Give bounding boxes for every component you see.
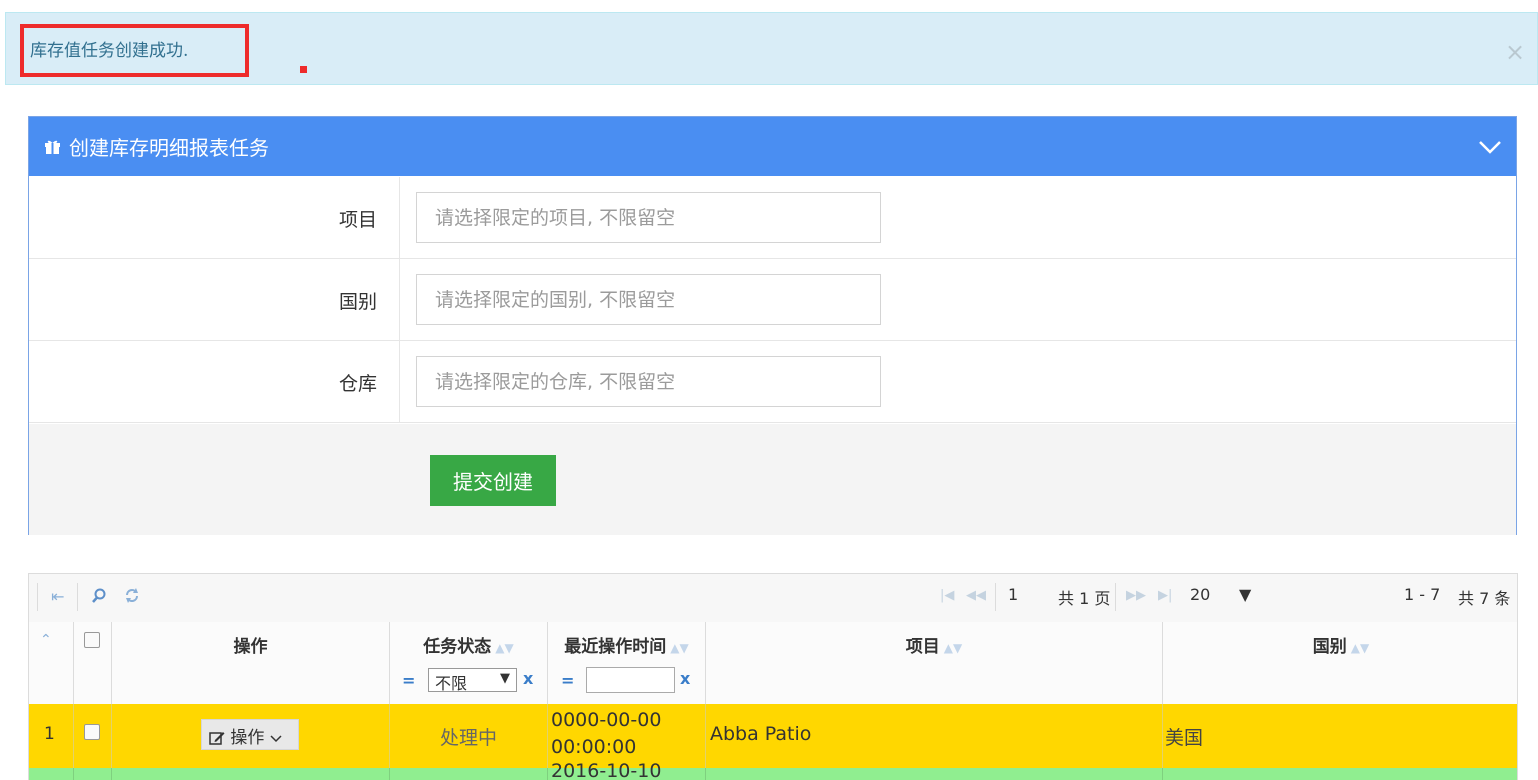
chevron-down-icon bbox=[270, 735, 282, 743]
edit-icon bbox=[209, 732, 225, 745]
table-row[interactable]: 2016-10-10 bbox=[29, 760, 1517, 780]
caret-down-icon: ▼ bbox=[500, 671, 510, 686]
collapse-up-icon[interactable]: ⌃ bbox=[40, 632, 52, 648]
submit-create-button[interactable]: 提交创建 bbox=[430, 455, 556, 506]
row-op-button[interactable]: 操作 bbox=[201, 719, 299, 750]
form-row-warehouse: 仓库 bbox=[29, 341, 1516, 423]
task-grid: ⇤ |◀ ◀◀ 1 共 1 页 ▶▶ ▶| 20 ▼ 1 - 7 共 7 条 ⌃… bbox=[28, 573, 1518, 780]
time-value: 2016-10-10 bbox=[551, 760, 662, 780]
header-rownum: ⌃ bbox=[29, 622, 74, 704]
header-time[interactable]: 最近操作时间 ▲▼ = x bbox=[548, 622, 706, 704]
column-header-status[interactable]: 任务状态 bbox=[423, 637, 491, 657]
country-value: 美国 bbox=[1165, 727, 1204, 749]
project-value: Abba Patio bbox=[710, 723, 812, 745]
page-number[interactable]: 1 bbox=[1008, 585, 1018, 604]
project-input[interactable] bbox=[416, 192, 881, 243]
field-label: 国别 bbox=[338, 291, 377, 313]
sort-icon[interactable]: ▲▼ bbox=[944, 641, 962, 655]
search-icon[interactable] bbox=[91, 588, 107, 604]
page-size-select[interactable]: 20 bbox=[1190, 585, 1210, 604]
page-size-caret-icon[interactable]: ▼ bbox=[1239, 585, 1251, 604]
gift-icon bbox=[45, 140, 60, 154]
total-pages: 共 1 页 bbox=[1058, 589, 1111, 608]
prev-page-icon[interactable]: ◀◀ bbox=[966, 588, 986, 603]
sort-icon[interactable]: ▲▼ bbox=[670, 641, 688, 655]
row-number: 1 bbox=[44, 724, 55, 744]
close-icon[interactable]: × bbox=[1505, 40, 1525, 64]
status-filter-value: 不限 bbox=[435, 674, 468, 693]
first-page-icon[interactable]: |◀ bbox=[940, 588, 954, 603]
field-label: 项目 bbox=[338, 209, 377, 231]
header-project[interactable]: 项目 ▲▼ bbox=[706, 622, 1163, 704]
refresh-icon[interactable] bbox=[124, 587, 140, 604]
select-all-checkbox[interactable] bbox=[84, 632, 100, 648]
sort-icon[interactable]: ▲▼ bbox=[495, 641, 513, 655]
form-row-project: 项目 bbox=[29, 177, 1516, 259]
status-filter-select[interactable]: 不限 ▼ bbox=[428, 668, 517, 693]
column-header-country[interactable]: 国别 bbox=[1313, 637, 1347, 657]
highlight-box bbox=[20, 24, 249, 77]
highlight-dot bbox=[300, 66, 307, 73]
table-row[interactable]: 1 操作 处理中 0000-00-00 00:00:00 Abba Patio … bbox=[29, 704, 1517, 768]
header-country[interactable]: 国别 ▲▼ bbox=[1163, 622, 1517, 704]
record-range: 1 - 7 bbox=[1404, 585, 1441, 604]
warehouse-input[interactable] bbox=[416, 356, 881, 407]
form-row-country: 国别 bbox=[29, 259, 1516, 341]
filter-operator: = bbox=[561, 671, 575, 690]
header-status[interactable]: 任务状态 ▲▼ = 不限 ▼ x bbox=[390, 622, 548, 704]
panel-title: 创建库存明细报表任务 bbox=[69, 136, 269, 160]
header-op: 操作 bbox=[112, 622, 390, 704]
time-value: 0000-00-00 00:00:00 bbox=[551, 709, 662, 758]
status-value: 处理中 bbox=[439, 727, 497, 749]
field-label: 仓库 bbox=[338, 373, 377, 395]
clear-filter-button[interactable]: x bbox=[680, 669, 690, 688]
column-header-project[interactable]: 项目 bbox=[906, 637, 940, 657]
grid-toolbar: ⇤ |◀ ◀◀ 1 共 1 页 ▶▶ ▶| 20 ▼ 1 - 7 共 7 条 bbox=[29, 574, 1517, 623]
column-header-time[interactable]: 最近操作时间 bbox=[564, 637, 666, 657]
last-page-icon[interactable]: ▶| bbox=[1158, 588, 1172, 603]
panel-footer: 提交创建 bbox=[29, 424, 1516, 535]
column-header-op: 操作 bbox=[233, 637, 268, 657]
next-page-icon[interactable]: ▶▶ bbox=[1126, 588, 1146, 603]
row-op-label: 操作 bbox=[230, 728, 265, 748]
sort-icon[interactable]: ▲▼ bbox=[1351, 641, 1369, 655]
panel-header[interactable]: 创建库存明细报表任务 bbox=[29, 117, 1516, 176]
first-column-icon[interactable]: ⇤ bbox=[51, 587, 64, 606]
clear-filter-button[interactable]: x bbox=[523, 669, 533, 688]
create-report-panel: 创建库存明细报表任务 项目 国别 仓库 提交创建 bbox=[28, 116, 1517, 535]
record-total: 共 7 条 bbox=[1458, 589, 1511, 608]
row-checkbox[interactable] bbox=[84, 724, 100, 740]
filter-operator: = bbox=[402, 671, 416, 690]
time-filter-input[interactable] bbox=[586, 667, 675, 693]
chevron-down-icon[interactable] bbox=[1478, 139, 1502, 155]
country-input[interactable] bbox=[416, 274, 881, 325]
header-select bbox=[74, 622, 112, 704]
